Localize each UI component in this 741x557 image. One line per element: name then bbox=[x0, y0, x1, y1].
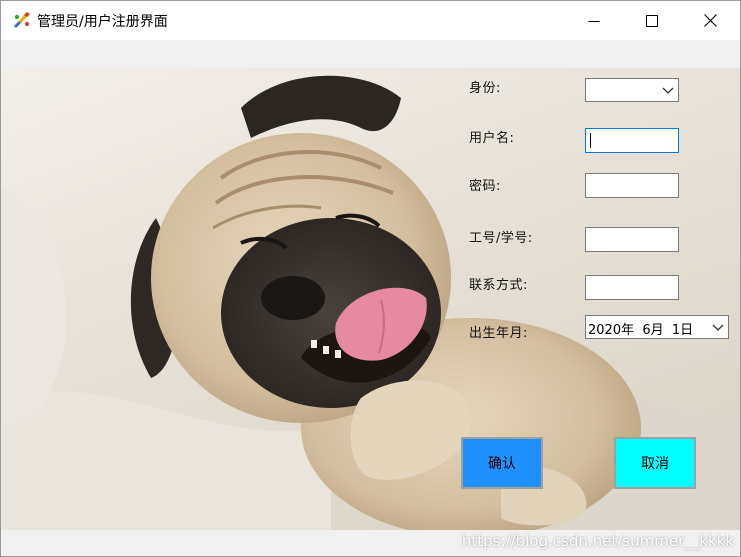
password-input[interactable] bbox=[585, 173, 679, 198]
role-label: 身份: bbox=[469, 81, 501, 96]
birthdate-label: 出生年月: bbox=[469, 326, 528, 341]
title-bar[interactable]: 管理员/用户注册界面 bbox=[1, 1, 740, 40]
register-window: 管理员/用户注册界面 身份: 用户名: 密码: 工号/学号: 联系方式: 出生年… bbox=[0, 0, 741, 557]
text-caret bbox=[590, 133, 591, 148]
watermark-text: https://blog.csdn.net/summer__kkkk bbox=[461, 532, 734, 550]
contact-input[interactable] bbox=[585, 275, 679, 300]
role-select[interactable] bbox=[585, 78, 679, 102]
birthdate-value: 2020年 6月 1日 bbox=[588, 323, 694, 338]
username-input[interactable] bbox=[585, 128, 679, 153]
confirm-button[interactable]: 确认 bbox=[461, 437, 543, 489]
id-label: 工号/学号: bbox=[469, 231, 533, 246]
username-label: 用户名: bbox=[469, 131, 515, 146]
close-icon bbox=[703, 14, 717, 27]
chevron-down-icon bbox=[712, 324, 724, 331]
window-title: 管理员/用户注册界面 bbox=[37, 14, 168, 30]
id-input[interactable] bbox=[585, 227, 679, 252]
footer-strip: https://blog.csdn.net/summer__kkkk bbox=[1, 530, 740, 556]
minimize-icon bbox=[588, 20, 600, 22]
maximize-button[interactable] bbox=[623, 1, 681, 40]
menu-strip bbox=[1, 40, 740, 68]
cancel-button[interactable]: 取消 bbox=[614, 437, 696, 489]
maximize-icon bbox=[646, 14, 658, 27]
close-button[interactable] bbox=[681, 1, 739, 40]
birthdate-picker[interactable]: 2020年 6月 1日 bbox=[585, 315, 729, 339]
paint-brush-app-icon bbox=[14, 12, 30, 28]
contact-label: 联系方式: bbox=[469, 278, 528, 293]
chevron-down-icon bbox=[662, 87, 674, 94]
password-label: 密码: bbox=[469, 179, 501, 194]
minimize-button[interactable] bbox=[565, 1, 623, 40]
